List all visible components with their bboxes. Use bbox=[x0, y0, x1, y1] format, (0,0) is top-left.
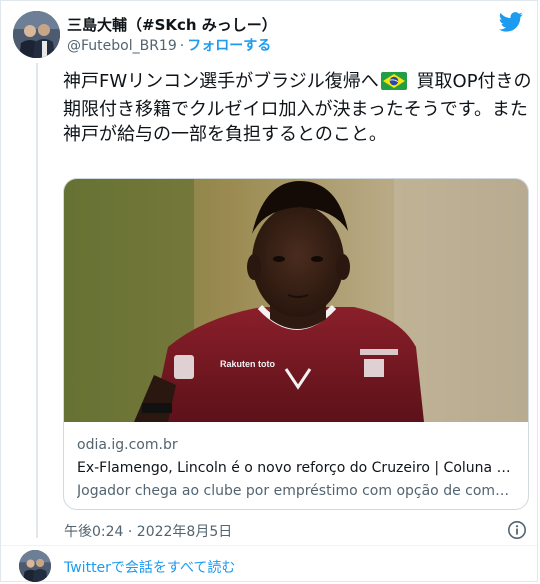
tweet-text: 神戸FWリンコン選手がブラジル復帰へ 買取OP付きの期限付き移籍でクルゼイロ加入… bbox=[63, 69, 533, 147]
tweet-timestamp[interactable]: 午後0:24 · 2022年8月5日 bbox=[64, 521, 232, 541]
brazil-flag-icon bbox=[380, 72, 407, 97]
jersey-sponsor: Rakuten toto bbox=[220, 359, 276, 369]
author-handle[interactable]: @Futebol_BR19 bbox=[67, 38, 177, 54]
separator-dot: · bbox=[179, 38, 185, 54]
link-card[interactable]: Rakuten toto odia.ig.com.br Ex-Flamengo,… bbox=[63, 178, 529, 510]
card-title[interactable]: Ex-Flamengo, Lincoln é o novo reforço do… bbox=[77, 460, 517, 476]
footer-avatar bbox=[19, 550, 51, 582]
follow-button[interactable]: フォローする bbox=[187, 38, 271, 54]
tweet-text-part-1: 神戸FWリンコン選手がブラジル復帰へ bbox=[63, 71, 379, 92]
author-meta: @Futebol_BR19 · フォローする bbox=[67, 35, 271, 55]
thread-line bbox=[36, 63, 38, 538]
card-domain: odia.ig.com.br bbox=[77, 437, 178, 453]
info-icon[interactable] bbox=[507, 520, 527, 540]
tweet-embed: 三島大輔（#SKch みっしー） @Futebol_BR19 · フォローする 神戸… bbox=[0, 0, 539, 582]
card-description: Jogador chega ao clube por empréstimo co… bbox=[77, 483, 517, 499]
card-image[interactable]: Rakuten toto bbox=[64, 179, 528, 422]
author-name[interactable]: 三島大輔（#SKch みっしー） bbox=[67, 14, 277, 35]
read-conversation-link[interactable]: Twitterで会話をすべて読む bbox=[64, 557, 235, 577]
author-avatar[interactable] bbox=[13, 11, 60, 58]
divider bbox=[1, 545, 539, 546]
twitter-bird-icon[interactable] bbox=[498, 11, 523, 33]
